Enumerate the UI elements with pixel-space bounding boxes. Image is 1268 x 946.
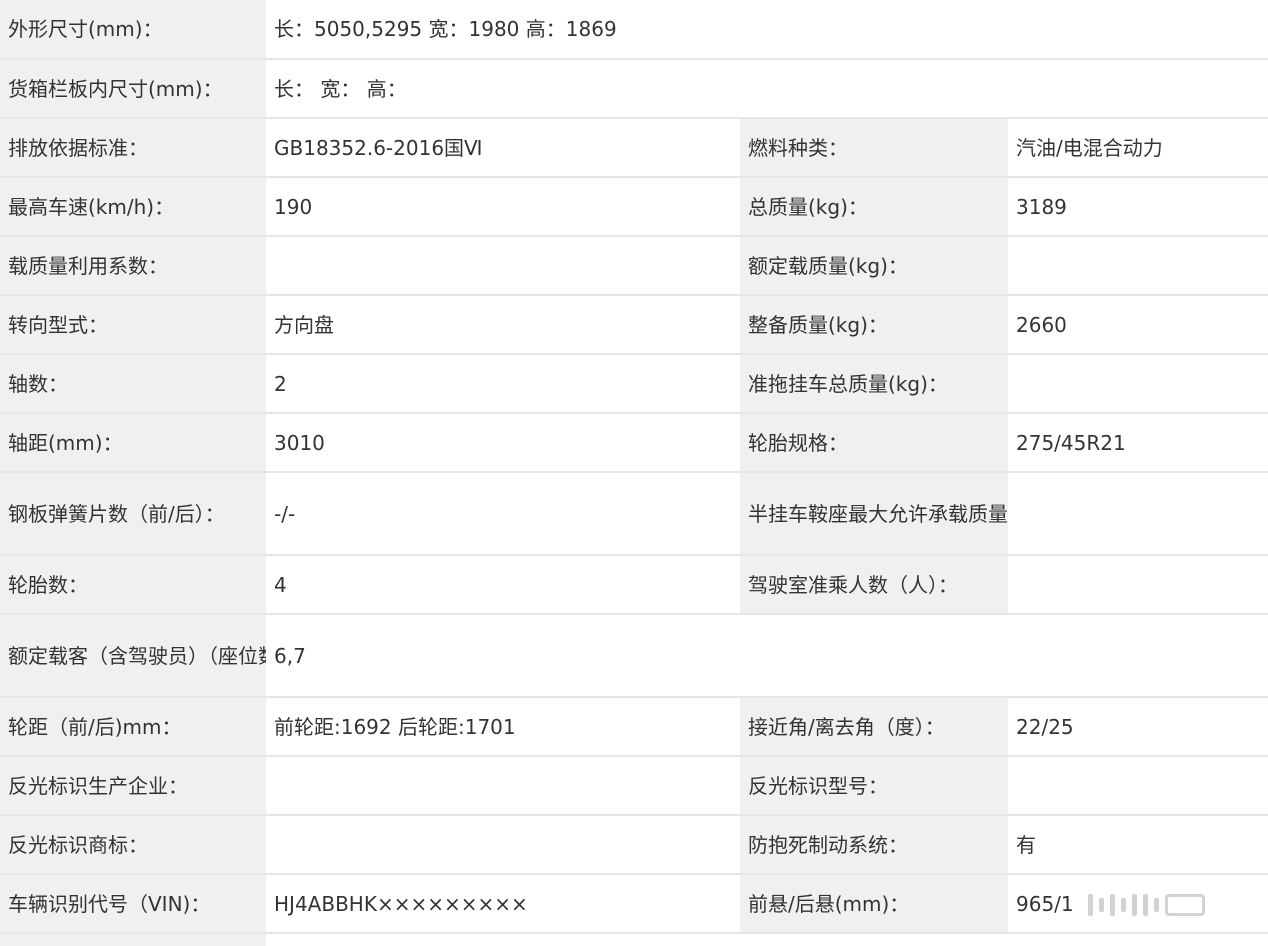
watermark-bar [1132, 894, 1137, 916]
spec-value: 前轮距:1692 后轮距:1701 [266, 697, 740, 757]
spec-value [266, 815, 740, 875]
spec-label: 反光标识型号： [740, 756, 1008, 816]
spec-label: 驾驶室准乘人数（人）： [740, 555, 1008, 615]
spec-label: 总质量(kg)： [740, 177, 1008, 237]
table-row: 最高车速(km/h)： 190 总质量(kg)： 3189 [0, 177, 1268, 237]
spec-label: 排放依据标准： [0, 118, 266, 178]
table-row: 轮距（前/后)mm： 前轮距:1692 后轮距:1701 接近角/离去角（度）：… [0, 697, 1268, 757]
spec-label: 轮距（前/后)mm： [0, 697, 266, 757]
table-row [0, 933, 1268, 946]
spec-value: 190 [266, 177, 740, 237]
spec-label: 外形尺寸(mm)： [0, 0, 266, 60]
spec-label: 前悬/后悬(mm)： [740, 874, 1008, 934]
spec-value [266, 756, 740, 816]
watermark-bar [1154, 898, 1159, 912]
spec-value: HJ4ABBHK××××××××× [266, 874, 740, 934]
spec-label: 货箱栏板内尺寸(mm)： [0, 59, 266, 119]
spec-value: 有 [1008, 815, 1268, 875]
spec-label: 转向型式： [0, 295, 266, 355]
table-row: 轴数： 2 准拖挂车总质量(kg)： [0, 354, 1268, 414]
watermark-bar [1121, 898, 1126, 912]
watermark-bar [1110, 894, 1115, 916]
table-row: 排放依据标准： GB18352.6-2016国Ⅵ 燃料种类： 汽油/电混合动力 [0, 118, 1268, 178]
spec-value [1008, 472, 1268, 556]
table-row: 钢板弹簧片数（前/后）： -/- 半挂车鞍座最大允许承载质量(kg)： [0, 472, 1268, 556]
spec-value: 方向盘 [266, 295, 740, 355]
spec-label: 轴距(mm)： [0, 413, 266, 473]
spec-value: 22/25 [1008, 697, 1268, 757]
table-row: 车辆识别代号（VIN)： HJ4ABBHK××××××××× 前悬/后悬(mm)… [0, 874, 1268, 934]
table-row: 反光标识商标： 防抱死制动系统： 有 [0, 815, 1268, 875]
spec-value [1008, 555, 1268, 615]
spec-label: 整备质量(kg)： [740, 295, 1008, 355]
spec-label: 轮胎规格： [740, 413, 1008, 473]
table-row: 反光标识生产企业： 反光标识型号： [0, 756, 1268, 816]
watermark-logo [1088, 888, 1258, 922]
table-row: 货箱栏板内尺寸(mm)： 长： 宽： 高： [0, 59, 1268, 119]
spec-label: 载质量利用系数： [0, 236, 266, 296]
vehicle-spec-table: 外形尺寸(mm)： 长：5050,5295 宽：1980 高：1869 货箱栏板… [0, 0, 1268, 946]
spec-value: 4 [266, 555, 740, 615]
spec-value [1008, 236, 1268, 296]
spec-label: 接近角/离去角（度）： [740, 697, 1008, 757]
table-row: 轴距(mm)： 3010 轮胎规格： 275/45R21 [0, 413, 1268, 473]
spec-value: -/- [266, 472, 740, 556]
spec-label: 燃料种类： [740, 118, 1008, 178]
spec-label: 反光标识商标： [0, 815, 266, 875]
spec-label: 额定载客（含驾驶员）（座位数）： [0, 614, 266, 698]
spec-value: 6,7 [266, 614, 1268, 698]
spec-label [0, 933, 266, 946]
spec-value [1008, 354, 1268, 414]
spec-value [266, 236, 740, 296]
spec-value: 汽油/电混合动力 [1008, 118, 1268, 178]
spec-label: 轴数： [0, 354, 266, 414]
table-row: 轮胎数： 4 驾驶室准乘人数（人）： [0, 555, 1268, 615]
watermark-bar [1143, 894, 1148, 916]
spec-label: 轮胎数： [0, 555, 266, 615]
spec-value: 长：5050,5295 宽：1980 高：1869 [266, 0, 1268, 60]
spec-label: 钢板弹簧片数（前/后）： [0, 472, 266, 556]
spec-label: 准拖挂车总质量(kg)： [740, 354, 1008, 414]
watermark-bar [1088, 894, 1093, 916]
spec-value: 3189 [1008, 177, 1268, 237]
spec-value: GB18352.6-2016国Ⅵ [266, 118, 740, 178]
spec-value: 长： 宽： 高： [266, 59, 1268, 119]
spec-label: 车辆识别代号（VIN)： [0, 874, 266, 934]
spec-value: 2 [266, 354, 740, 414]
watermark-box [1165, 894, 1205, 916]
spec-value: 3010 [266, 413, 740, 473]
table-row: 外形尺寸(mm)： 长：5050,5295 宽：1980 高：1869 [0, 0, 1268, 60]
spec-label: 反光标识生产企业： [0, 756, 266, 816]
spec-label: 最高车速(km/h)： [0, 177, 266, 237]
spec-value [266, 933, 1268, 946]
table-row: 转向型式： 方向盘 整备质量(kg)： 2660 [0, 295, 1268, 355]
spec-label: 半挂车鞍座最大允许承载质量(kg)： [740, 472, 1008, 556]
spec-label: 额定载质量(kg)： [740, 236, 1008, 296]
watermark-bar [1099, 898, 1104, 912]
spec-value: 275/45R21 [1008, 413, 1268, 473]
table-row: 载质量利用系数： 额定载质量(kg)： [0, 236, 1268, 296]
table-row: 额定载客（含驾驶员）（座位数）： 6,7 [0, 614, 1268, 698]
spec-value [1008, 756, 1268, 816]
spec-value: 2660 [1008, 295, 1268, 355]
spec-label: 防抱死制动系统： [740, 815, 1008, 875]
